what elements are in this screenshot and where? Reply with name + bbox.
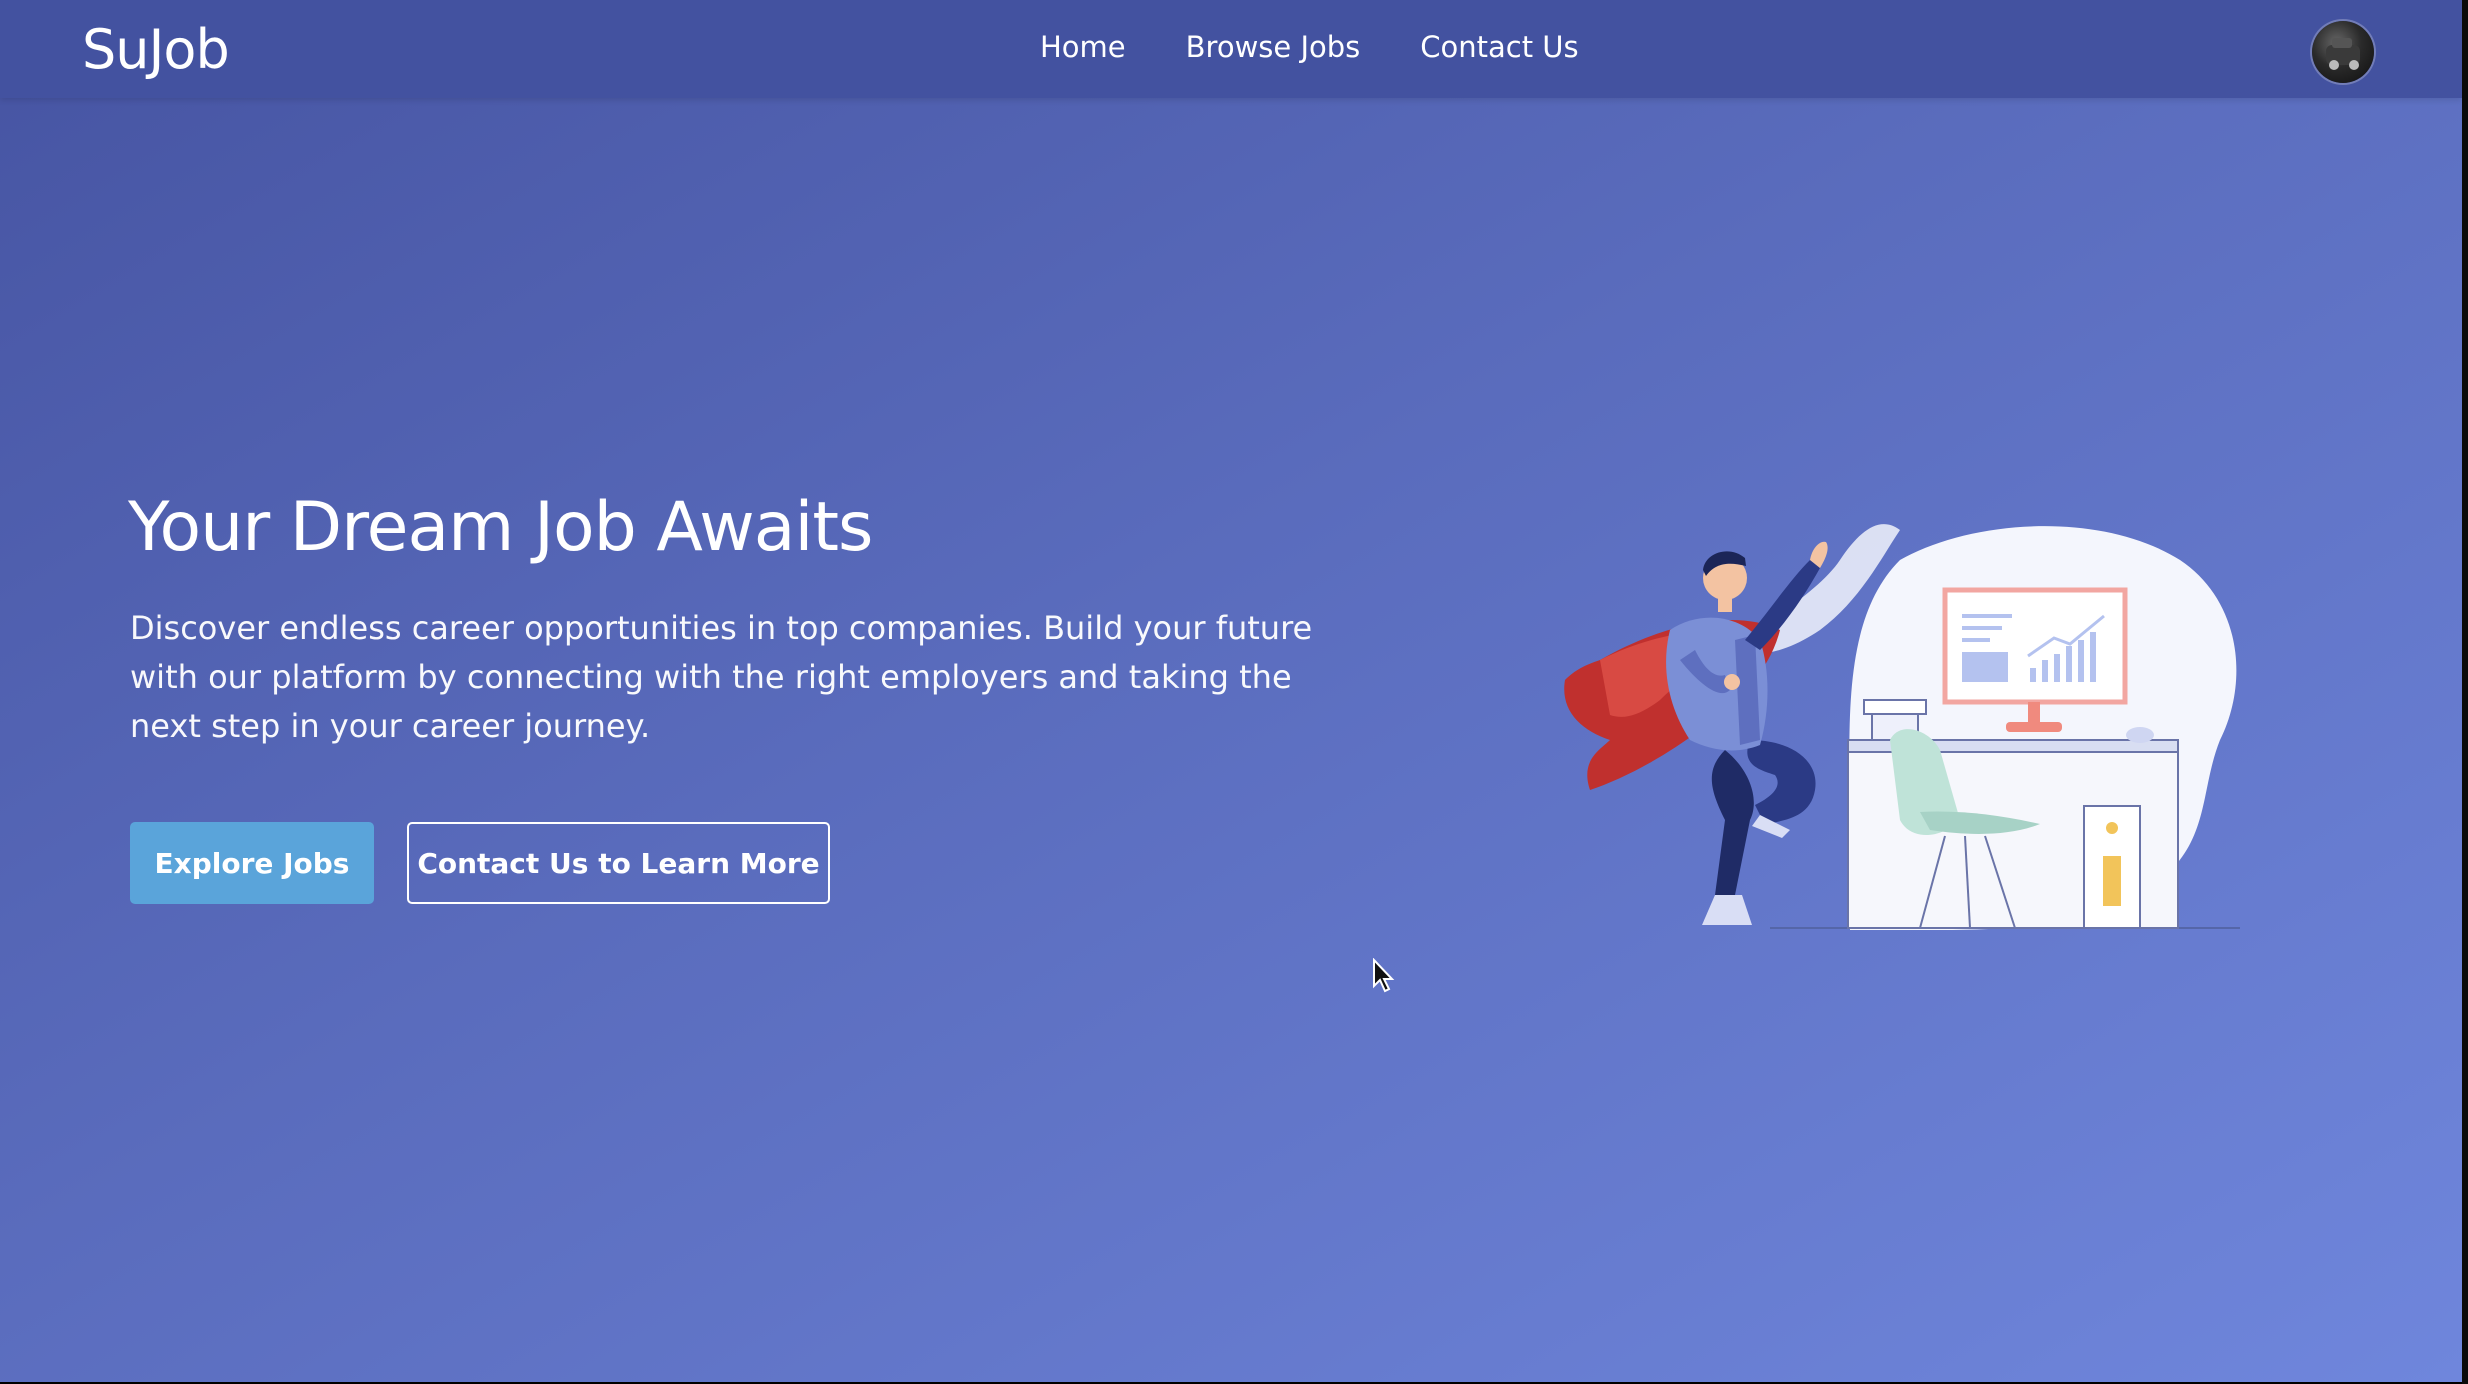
hero-illustration [1564, 524, 2240, 930]
window-edge [2462, 0, 2468, 1384]
top-navbar: SuJob Home Browse Jobs Contact Us [0, 0, 2462, 98]
hero-description: Discover endless career opportunities in… [130, 609, 1313, 745]
nav-browse-jobs-link[interactable]: Browse Jobs [1186, 30, 1361, 64]
main-nav: Home Browse Jobs Contact Us [1040, 30, 1579, 64]
landing-page: SuJob Home Browse Jobs Contact Us Your D… [0, 0, 2462, 1382]
user-avatar-icon[interactable] [2312, 21, 2374, 83]
nav-contact-us-link[interactable]: Contact Us [1420, 30, 1578, 64]
contact-learn-more-button[interactable]: Contact Us to Learn More [407, 822, 830, 904]
site-logo[interactable]: SuJob [82, 18, 230, 81]
hero-title: Your Dream Job Awaits [128, 488, 873, 567]
mouse-cursor-icon [1373, 958, 1395, 993]
explore-jobs-button[interactable]: Explore Jobs [130, 822, 374, 904]
nav-home-link[interactable]: Home [1040, 30, 1126, 64]
